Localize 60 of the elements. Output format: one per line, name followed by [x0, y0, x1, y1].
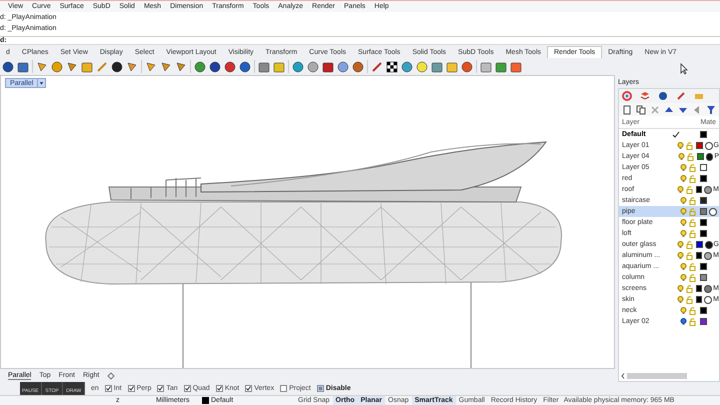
layer-color-swatch[interactable] — [696, 252, 702, 259]
layer-color-swatch[interactable] — [700, 230, 707, 237]
layer-color-swatch[interactable] — [696, 186, 702, 193]
left-arrow-icon[interactable] — [692, 104, 702, 114]
sphere-icon[interactable] — [224, 60, 236, 72]
layer-color-swatch[interactable] — [696, 296, 702, 303]
scroll-left-icon[interactable] — [621, 373, 625, 379]
rectangle-icon[interactable] — [431, 60, 443, 72]
checkbox[interactable] — [216, 385, 223, 392]
copy-icon[interactable] — [636, 104, 646, 114]
material-swatch[interactable] — [704, 296, 712, 304]
layer-color-swatch[interactable] — [700, 318, 707, 325]
checkbox[interactable] — [280, 385, 288, 392]
material-swatch[interactable] — [706, 152, 714, 160]
circle-icon[interactable] — [51, 60, 63, 72]
sphere-icon[interactable] — [111, 60, 123, 72]
layer-color-swatch[interactable] — [700, 274, 707, 281]
layer-color-swatch[interactable] — [700, 164, 707, 171]
layer-color-swatch[interactable] — [700, 197, 707, 204]
layer-color-swatch[interactable] — [696, 285, 702, 292]
layer-color-swatch[interactable] — [202, 397, 209, 404]
checkbox[interactable] — [184, 385, 191, 392]
checkbox[interactable] — [316, 385, 324, 392]
sphere-icon[interactable] — [658, 91, 668, 101]
sphere-icon[interactable] — [2, 60, 14, 72]
layer-color-swatch[interactable] — [696, 142, 703, 149]
checkbox[interactable] — [157, 385, 164, 392]
dropdown-caret-icon[interactable] — [37, 79, 46, 87]
sphere-icon[interactable] — [352, 60, 364, 72]
sphere-icon[interactable] — [292, 60, 304, 72]
layer-color-swatch[interactable] — [700, 307, 707, 314]
checkbox[interactable] — [128, 385, 135, 392]
material-swatch[interactable] — [704, 142, 713, 150]
layer-color-swatch[interactable] — [700, 263, 707, 270]
material-swatch[interactable] — [704, 186, 712, 194]
sphere-icon[interactable] — [239, 60, 251, 72]
checkbox[interactable] — [104, 385, 112, 392]
sphere-icon[interactable] — [337, 60, 349, 72]
layer-color-swatch[interactable] — [700, 175, 707, 182]
rectangle-icon[interactable] — [81, 60, 93, 72]
material-swatch[interactable] — [704, 240, 713, 248]
material-swatch[interactable] — [704, 284, 712, 292]
horizontal-scrollbar[interactable] — [627, 373, 687, 379]
sphere-icon[interactable] — [194, 60, 206, 72]
layer-color-swatch[interactable] — [696, 241, 703, 248]
color-wheel-icon[interactable] — [622, 91, 632, 101]
layer-color-swatch[interactable] — [700, 219, 707, 226]
new-page-icon[interactable] — [622, 104, 632, 114]
checker-icon[interactable] — [386, 60, 398, 72]
checkbox[interactable] — [245, 385, 252, 392]
material-swatch[interactable] — [704, 252, 712, 260]
up-arrow-icon[interactable] — [664, 104, 674, 114]
layer-color-swatch[interactable] — [700, 208, 707, 215]
layers-icon[interactable] — [640, 91, 650, 101]
add-tab-icon[interactable] — [107, 372, 116, 380]
layer-color-swatch[interactable] — [700, 131, 707, 138]
layer-color-swatch[interactable] — [696, 153, 704, 160]
pointer-cursor-icon — [680, 63, 688, 75]
sphere-icon[interactable] — [209, 60, 221, 72]
material-swatch[interactable] — [709, 208, 717, 216]
